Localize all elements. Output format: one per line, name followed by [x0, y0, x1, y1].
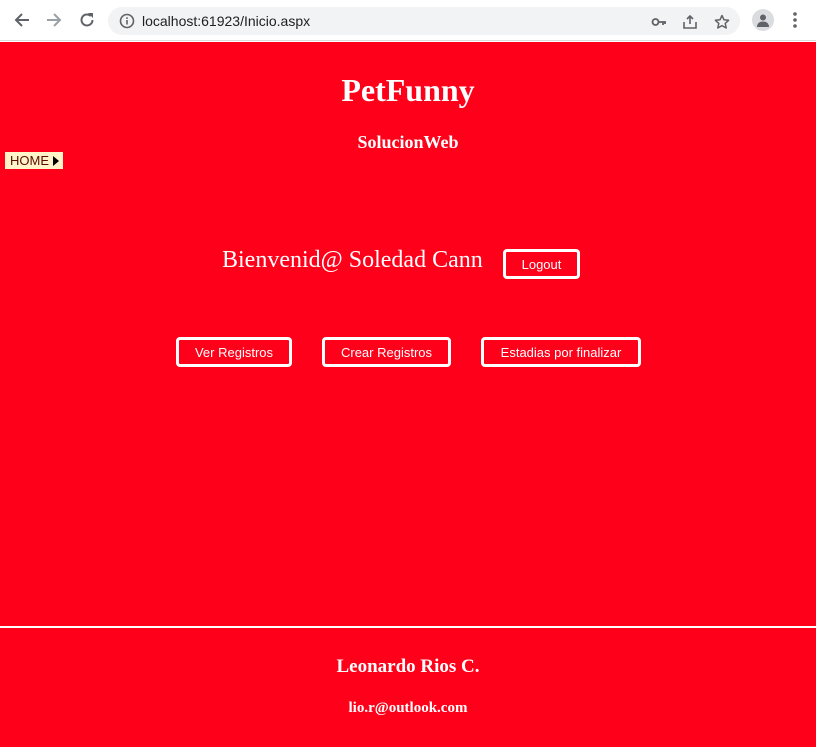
home-menu-label: HOME [10, 153, 49, 168]
estadias-por-finalizar-button[interactable]: Estadias por finalizar [481, 337, 641, 367]
ver-registros-button[interactable]: Ver Registros [176, 337, 292, 367]
page-content: PetFunny SolucionWeb HOME Bienvenid@ Sol… [0, 42, 816, 747]
home-menu-item[interactable]: HOME [5, 152, 63, 169]
url-text: localhost:61923/Inicio.aspx [142, 13, 311, 29]
address-bar[interactable]: localhost:61923/Inicio.aspx [108, 7, 740, 35]
footer-author: Leonardo Rios C. [336, 656, 480, 677]
site-info-icon[interactable] [119, 13, 135, 29]
reload-icon[interactable] [75, 8, 99, 32]
site-title: PetFunny [341, 72, 475, 108]
share-icon[interactable] [681, 13, 699, 31]
profile-icon[interactable] [752, 9, 774, 31]
crear-registros-button[interactable]: Crear Registros [322, 337, 451, 367]
star-icon[interactable] [713, 13, 731, 31]
footer-email: lio.r@outlook.com [348, 700, 468, 716]
menu-icon[interactable] [787, 10, 803, 30]
back-icon[interactable] [10, 8, 34, 32]
browser-toolbar: localhost:61923/Inicio.aspx [0, 0, 816, 41]
caret-right-icon [53, 155, 59, 166]
forward-icon[interactable] [42, 8, 66, 32]
key-icon[interactable] [650, 13, 668, 31]
welcome-message: Bienvenid@ Soledad Cann [222, 247, 483, 273]
footer-divider [0, 626, 816, 628]
logout-button[interactable]: Logout [503, 249, 580, 279]
site-subtitle: SolucionWeb [357, 132, 459, 152]
